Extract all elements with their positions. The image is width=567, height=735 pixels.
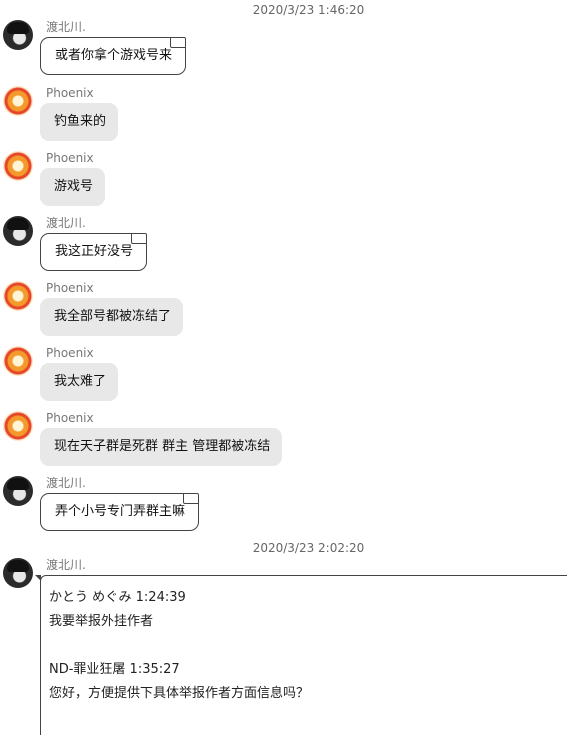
sender-name: 渡北川. [46,558,86,572]
forwarded-line: 我要举报外挂作者 [49,614,154,629]
forwarded-line: ND-罪业狂屠 1:35:27 [49,662,180,677]
avatar[interactable] [3,86,33,116]
avatar[interactable] [3,281,33,311]
timestamp: 2020/3/23 1:46:20 [252,3,365,17]
forwarded-line [49,634,567,658]
avatar[interactable] [3,346,33,376]
message-bubble[interactable]: 或者你拿个游戏号来 [40,37,186,75]
avatar[interactable] [3,216,33,246]
message-bubble[interactable]: 钓鱼来的 [40,103,118,141]
avatar[interactable] [3,558,33,588]
avatar[interactable] [3,476,33,506]
message-bubble[interactable]: 我全部号都被冻结了 [40,298,183,336]
sender-name: Phoenix [46,346,94,360]
avatar[interactable] [3,411,33,441]
timestamp: 2020/3/23 2:02:20 [252,541,365,555]
forwarded-message-bubble[interactable]: かとう めぐみ 1:24:39 我要举报外挂作者 ND-罪业狂屠 1:35:27… [35,575,567,735]
forwarded-line: 您好，方便提供下具体举报作者方面信息吗？ [49,686,310,701]
message-bubble[interactable]: 游戏号 [40,168,105,206]
avatar[interactable] [3,151,33,181]
sender-name: Phoenix [46,86,94,100]
message-bubble[interactable]: 现在天子群是死群 群主 管理都被冻结 [40,428,282,466]
sender-name: 渡北川. [46,216,86,230]
sender-name: Phoenix [46,411,94,425]
sender-name: Phoenix [46,281,94,295]
sender-name: Phoenix [46,151,94,165]
message-bubble[interactable]: 我这正好没号 [40,233,147,271]
avatar[interactable] [3,20,33,50]
message-bubble[interactable]: 我太难了 [40,363,118,401]
message-bubble[interactable]: 弄个小号专门弄群主嘛 [40,493,199,531]
sender-name: 渡北川. [46,476,86,490]
forwarded-line: かとう めぐみ 1:24:39 [49,590,186,605]
sender-name: 渡北川. [46,20,86,34]
